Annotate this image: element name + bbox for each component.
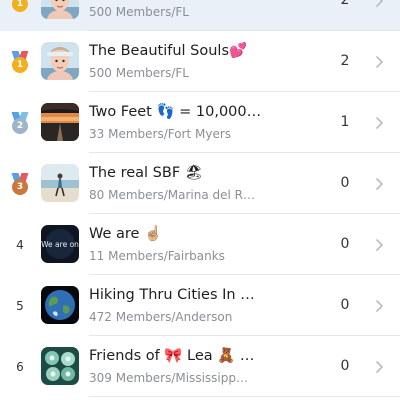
group-avatar <box>41 103 79 141</box>
list-item[interactable]: 3 The real SBF 🏖 80 Members/Marina del R… <box>0 153 400 214</box>
group-avatar <box>41 286 79 324</box>
chevron-right-icon[interactable] <box>372 359 386 373</box>
list-item[interactable]: 2 Two Feet 👣 = 10,000 … 33 Members/Fort … <box>0 92 400 153</box>
medal-icon: 3 <box>10 173 30 197</box>
row-divider <box>89 396 400 397</box>
list-item[interactable]: 6 Friends of 🎀 Lea 🧸 A… 309 Members/Miss… <box>0 336 400 397</box>
rank-number: 4 <box>16 238 24 252</box>
medal-icon: 1 <box>10 0 30 14</box>
group-avatar: We are on <box>41 225 79 263</box>
group-count: 0 <box>340 297 350 313</box>
group-name: Friends of 🎀 Lea 🧸 A… <box>89 348 264 364</box>
list-item[interactable]: 5 Hiking Thru Cities In H… 472 Members/A… <box>0 275 400 336</box>
group-count: 1 <box>340 114 350 130</box>
group-name: The real SBF 🏖 <box>89 165 204 181</box>
list-item[interactable]: 1 500 Members/FL 2 <box>0 0 400 31</box>
list-item[interactable]: 1 The Beautiful Souls💕 500 Members/FL 2 <box>0 31 400 92</box>
group-avatar <box>41 347 79 385</box>
group-count: 0 <box>340 236 350 252</box>
avatar-logo-text: We are on <box>41 240 79 249</box>
list-item[interactable]: 4 We are on We are ☝🏼 11 Members/Fairban… <box>0 214 400 275</box>
group-members-location: 472 Members/Anderson <box>89 310 233 324</box>
group-avatar <box>41 0 79 19</box>
rank-number: 3 <box>12 179 28 195</box>
rank-number: 6 <box>16 360 24 374</box>
medal-icon: 2 <box>10 112 30 136</box>
group-avatar <box>41 42 79 80</box>
medal-icon: 1 <box>10 51 30 75</box>
group-avatar <box>41 164 79 202</box>
rank-number: 1 <box>12 57 28 73</box>
group-name: Hiking Thru Cities In H… <box>89 287 264 303</box>
chevron-right-icon[interactable] <box>372 0 386 7</box>
group-members-location: 11 Members/Fairbanks <box>89 249 225 263</box>
chevron-right-icon[interactable] <box>372 115 386 129</box>
group-members-location: 33 Members/Fort Myers <box>89 127 232 141</box>
group-members-location: 500 Members/FL <box>89 66 189 80</box>
rank-number: 5 <box>16 299 24 313</box>
chevron-right-icon[interactable] <box>372 176 386 190</box>
chevron-right-icon[interactable] <box>372 298 386 312</box>
group-count: 0 <box>340 358 350 374</box>
group-name: Two Feet 👣 = 10,000 … <box>89 104 264 120</box>
group-members-location: 500 Members/FL <box>89 5 189 19</box>
group-name: The Beautiful Souls💕 <box>89 43 248 59</box>
group-count: 2 <box>340 53 350 69</box>
group-count: 2 <box>340 0 350 8</box>
group-members-location: 80 Members/Marina del R… <box>89 188 255 202</box>
rank-number: 1 <box>12 0 28 12</box>
group-ranking-list: 1 500 Members/FL 2 1 The Beautiful Souls… <box>0 0 400 400</box>
group-name: We are ☝🏼 <box>89 226 163 242</box>
group-count: 0 <box>340 175 350 191</box>
group-members-location: 309 Members/Mississipp… <box>89 371 248 385</box>
rank-number: 2 <box>12 118 28 134</box>
chevron-right-icon[interactable] <box>372 237 386 251</box>
chevron-right-icon[interactable] <box>372 54 386 68</box>
